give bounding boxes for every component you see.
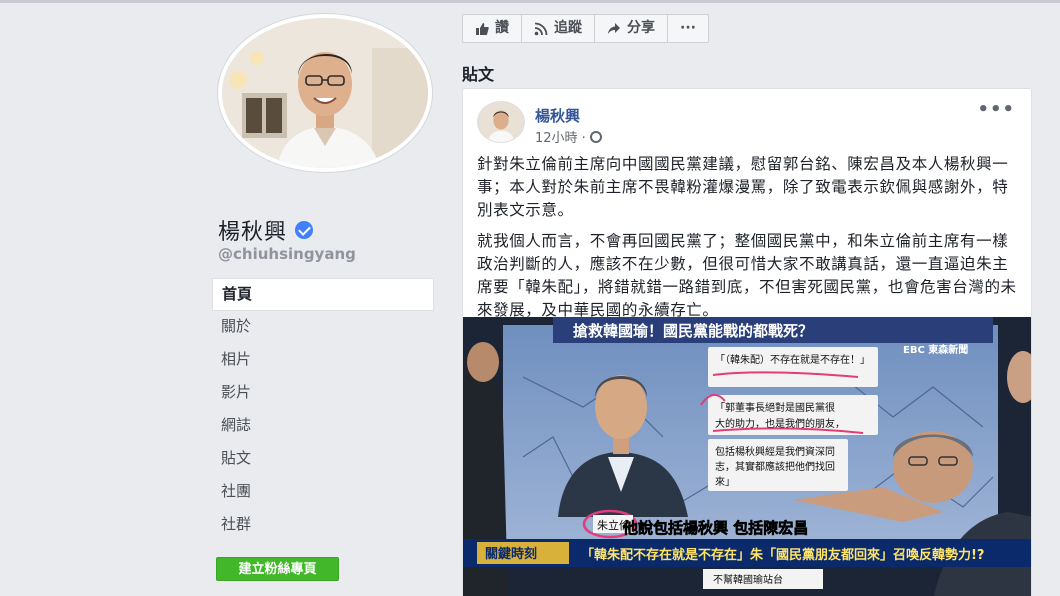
share-arrow-icon [608, 22, 620, 34]
share-label: 分享 [627, 20, 655, 36]
thumbs-up-icon [476, 22, 489, 35]
nav-item-about[interactable]: 關於 [212, 311, 434, 344]
rss-follow-icon [534, 22, 548, 35]
section-title: 貼文 [462, 65, 495, 84]
media-bottom-tag: 不幫韓國瑜站台 [713, 573, 783, 586]
media-bubble-3b: 志，其實都應該把他們找回 [715, 460, 835, 473]
create-page-button[interactable]: 建立粉絲專頁 [216, 557, 339, 581]
left-column: 楊秋興 @chiuhsingyang 首頁 關於 相片 影片 網誌 貼文 社團 … [0, 0, 445, 596]
follow-button[interactable]: 追蹤 [522, 15, 595, 42]
profile-picture[interactable] [218, 14, 432, 172]
nav-item-notes[interactable]: 網誌 [212, 410, 434, 443]
profile-photo [222, 18, 428, 168]
media-bar-text: 「韓朱配不存在就是不存在」朱「國民黨朋友都回來」召喚反韓勢力!? [581, 547, 984, 563]
nav-item-videos[interactable]: 影片 [212, 377, 434, 410]
media-bubble-3a: 包括楊秋興經是我們資深同 [715, 445, 835, 458]
page-name: 楊秋興 [218, 214, 314, 246]
post-author-name[interactable]: 楊秋興 [535, 105, 580, 126]
media-subtitle: 他說包括楊秋興 包括陳宏昌 [622, 519, 808, 537]
more-label: ··· [680, 20, 696, 36]
media-top-banner: 搶救韓國瑜！國民黨能戰的都戰死？ [573, 322, 813, 340]
post-card: 楊秋興 12小時 · ••• 針對朱立倫前主席向中國國民黨建議，慰留郭台銘、陳宏… [462, 88, 1032, 596]
verified-badge-icon [295, 221, 314, 239]
nav-item-home[interactable]: 首頁 [212, 278, 434, 311]
post-author-avatar[interactable] [477, 101, 525, 143]
follow-label: 追蹤 [554, 20, 582, 36]
page-handle[interactable]: @chiuhsingyang [218, 245, 356, 263]
post-image[interactable]: 搶救韓國瑜！國民黨能戰的都戰死？ EBC 東森新聞 朱立倫 「（韓朱配）不存在就… [463, 317, 1031, 596]
nav-item-groups[interactable]: 社團 [212, 476, 434, 509]
post-body: 針對朱立倫前主席向中國國民黨建議，慰留郭台銘、陳宏昌及本人楊秋興一事；本人對於朱… [477, 153, 1021, 330]
media-bubble-1: 「（韓朱配）不存在就是不存在！」 [715, 353, 870, 366]
media-bubble-3c: 來」 [715, 476, 735, 488]
page-name-text: 楊秋興 [218, 220, 288, 245]
post-timestamp[interactable]: 12小時 · [535, 127, 602, 146]
post-options-button[interactable]: ••• [977, 99, 1015, 120]
globe-public-icon [589, 130, 602, 143]
media-channel-logo: EBC 東森新聞 [903, 343, 968, 356]
share-button[interactable]: 分享 [595, 15, 668, 42]
nav-item-photos[interactable]: 相片 [212, 344, 434, 377]
nav-item-posts[interactable]: 貼文 [212, 443, 434, 476]
more-actions-button[interactable]: ··· [668, 15, 708, 42]
like-label: 讚 [495, 20, 509, 36]
page-nav: 首頁 關於 相片 影片 網誌 貼文 社團 社群 [212, 278, 434, 542]
like-button[interactable]: 讚 [463, 15, 522, 42]
page-action-bar: 讚 追蹤 分享 ··· [462, 14, 709, 43]
media-bar-label: 關鍵時刻 [485, 546, 537, 562]
media-bubble-2a: 「郭董事長絕對是國民黨很 [715, 401, 835, 414]
post-paragraph: 就我個人而言，不會再回國民黨了；整個國民黨中，和朱立倫前主席有一樣政治判斷的人，… [477, 232, 1017, 319]
nav-item-community[interactable]: 社群 [212, 509, 434, 542]
post-paragraph: 針對朱立倫前主席向中國國民黨建議，慰留郭台銘、陳宏昌及本人楊秋興一事；本人對於朱… [477, 155, 1009, 219]
news-screenshot: 搶救韓國瑜！國民黨能戰的都戰死？ EBC 東森新聞 朱立倫 「（韓朱配）不存在就… [463, 317, 1031, 596]
post-time-text: 12小時 · [535, 131, 586, 146]
